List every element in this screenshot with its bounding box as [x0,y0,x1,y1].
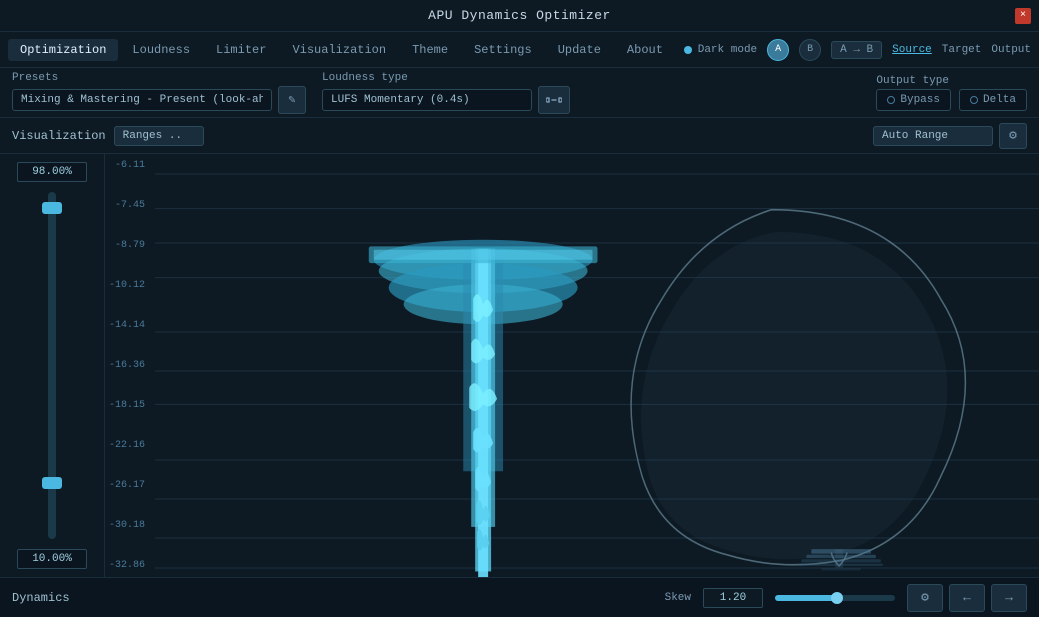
slider-thumb-bottom[interactable] [42,477,62,489]
settings-button[interactable]: ⚙ [907,584,943,612]
bypass-option[interactable]: Bypass [876,89,951,111]
viz-label-row: Visualization Ranges .. Auto Range ⚙ [0,118,1039,154]
chart-area: -6.11 -7.45 -8.79 -10.12 -14.14 -16.36 -… [105,154,1039,577]
y-label-1: -7.45 [109,200,151,211]
preset-select[interactable]: Mixing & Mastering - Present (look-ahead… [12,89,272,111]
visualization-label: Visualization [12,129,106,143]
auto-range-select[interactable]: Auto Range [873,126,993,146]
presets-row: Mixing & Mastering - Present (look-ahead… [12,86,306,114]
ab-arrow-button[interactable]: A → B [831,41,882,59]
controls-row: Presets Mixing & Mastering - Present (lo… [0,68,1039,118]
viz-gear-button[interactable]: ⚙ [999,123,1027,149]
main-content: Presets Mixing & Mastering - Present (lo… [0,68,1039,617]
tab-optimization[interactable]: Optimization [8,39,118,61]
waveform-canvas [155,154,1039,577]
skew-label: Skew [665,592,691,604]
tab-loudness[interactable]: Loudness [120,39,202,61]
y-label-7: -22.16 [109,440,151,451]
ab-button-b[interactable]: B [799,39,821,61]
left-waveform [369,240,598,577]
right-waveform [631,210,965,571]
delta-option[interactable]: Delta [959,89,1027,111]
top-percentage: 98.00% [17,162,87,182]
target-link[interactable]: Target [942,44,982,56]
slider-track[interactable] [48,192,56,539]
y-axis: -6.11 -7.45 -8.79 -10.12 -14.14 -16.36 -… [105,154,155,577]
bypass-radio-dot [887,96,895,104]
bottom-bar: Dynamics Skew 1.20 ⚙ ← → [0,577,1039,617]
link-button[interactable] [538,86,570,114]
dark-mode-label: Dark mode [698,44,757,56]
y-label-3: -10.12 [109,280,151,291]
slider-thumb-top[interactable] [42,202,62,214]
dark-mode-dot [684,46,692,54]
loudness-row: LUFS Momentary (0.4s) [322,86,570,114]
dynamics-label: Dynamics [12,591,92,605]
output-group: Output type Bypass Delta [876,75,1027,111]
tab-about[interactable]: About [615,39,675,61]
tab-visualization[interactable]: Visualization [280,39,398,61]
dynamics-slider[interactable] [775,595,895,601]
close-button[interactable]: × [1015,8,1031,24]
bottom-buttons: ⚙ ← → [907,584,1027,612]
delta-radio-dot [970,96,978,104]
skew-value[interactable]: 1.20 [703,588,763,608]
slider-panel: 98.00% 10.00% [0,154,105,577]
y-label-2: -8.79 [109,240,151,251]
preset-edit-button[interactable]: ✎ [278,86,306,114]
ab-button-a[interactable]: A [767,39,789,61]
dynamics-slider-thumb[interactable] [831,592,843,604]
title-bar: APU Dynamics Optimizer × [0,0,1039,32]
output-link[interactable]: Output [991,44,1031,56]
loudness-select[interactable]: LUFS Momentary (0.4s) [322,89,532,111]
output-label: Output type [876,75,1027,87]
tab-theme[interactable]: Theme [400,39,460,61]
nav-bar: Optimization Loudness Limiter Visualizat… [0,32,1039,68]
dark-mode-indicator[interactable]: Dark mode [684,44,757,56]
prev-button[interactable]: ← [949,584,985,612]
tab-update[interactable]: Update [546,39,613,61]
presets-label: Presets [12,72,306,84]
tab-settings[interactable]: Settings [462,39,544,61]
source-link[interactable]: Source [892,44,932,56]
y-label-9: -30.18 [109,520,151,531]
y-label-10: -32.86 [109,560,151,571]
y-label-5: -16.36 [109,360,151,371]
y-label-6: -18.15 [109,400,151,411]
range-select[interactable]: Ranges .. [114,126,204,146]
viz-area: 98.00% 10.00% -6.11 -7.45 -8.79 -10.12 -… [0,154,1039,577]
y-label-8: -26.17 [109,480,151,491]
presets-group: Presets Mixing & Mastering - Present (lo… [12,72,306,114]
y-label-0: -6.11 [109,160,151,171]
y-label-4: -14.14 [109,320,151,331]
bottom-percentage: 10.00% [17,549,87,569]
app-title: APU Dynamics Optimizer [428,8,611,23]
output-row: Bypass Delta [876,89,1027,111]
bypass-label: Bypass [900,94,940,106]
delta-label: Delta [983,94,1016,106]
loudness-label: Loudness type [322,72,570,84]
tab-limiter[interactable]: Limiter [204,39,278,61]
nav-right: Dark mode A B A → B Source Target Output [684,39,1031,61]
loudness-group: Loudness type LUFS Momentary (0.4s) [322,72,570,114]
next-button[interactable]: → [991,584,1027,612]
